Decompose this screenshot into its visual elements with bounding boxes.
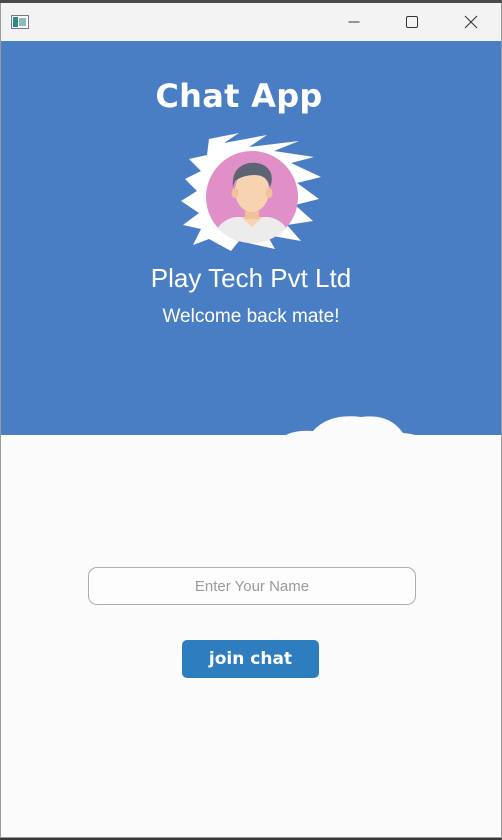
app-title: Chat App (155, 77, 323, 115)
user-avatar (181, 133, 321, 251)
close-button[interactable] (448, 3, 494, 41)
maximize-icon (406, 16, 418, 28)
title-bar[interactable] (1, 3, 501, 41)
join-chat-button[interactable]: join chat (182, 640, 319, 678)
cloud-decoration (87, 416, 467, 477)
maximize-button[interactable] (389, 3, 435, 41)
minimize-button[interactable] (331, 3, 377, 41)
name-input[interactable] (88, 567, 416, 605)
app-window: Chat App Play Tech Pvt Ltd Welcome back … (0, 3, 502, 838)
header-banner: Chat App Play Tech Pvt Ltd Welcome back … (1, 41, 501, 477)
company-name: Play Tech Pvt Ltd (150, 263, 352, 293)
minimize-icon (348, 21, 360, 23)
app-window-icon (11, 15, 29, 29)
welcome-message: Welcome back mate! (162, 306, 340, 327)
close-icon (464, 15, 478, 29)
